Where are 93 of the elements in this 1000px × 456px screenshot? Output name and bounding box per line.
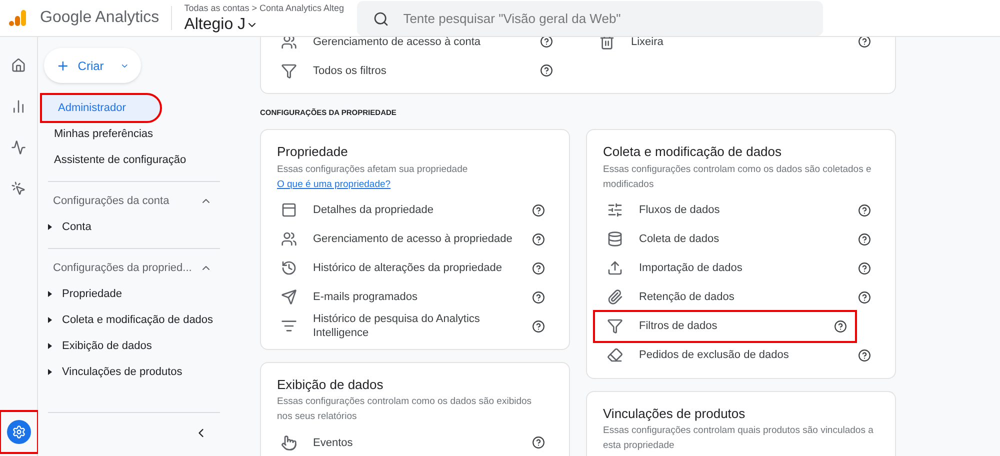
database-icon <box>607 231 623 248</box>
card-title: Propriedade <box>277 143 349 162</box>
settings-row[interactable]: Pedidos de exclusão de dados <box>603 340 879 370</box>
settings-row[interactable]: Retenção de dados <box>603 282 879 312</box>
row-label: Coleta de dados <box>639 232 720 246</box>
sidebar-item[interactable]: Vinculações de produtos <box>48 359 220 385</box>
card-title: Vinculações de produtos <box>603 404 746 423</box>
card-title: Coleta e modificação de dados <box>603 143 783 162</box>
card-title: Exibição de dados <box>277 376 384 394</box>
help-icon[interactable] <box>858 204 871 217</box>
help-icon[interactable] <box>858 232 871 246</box>
card-description: Essas configurações controlam como os dados são coletados e modificados <box>603 162 872 192</box>
sidebar-item[interactable]: Coleta e modificação de dados <box>48 307 220 333</box>
expand-arrow-icon <box>48 291 52 297</box>
account-selector[interactable]: Altegio J <box>184 16 354 34</box>
expand-arrow-icon <box>48 224 52 230</box>
sidebar-group-header[interactable]: Configurações da propried... <box>48 255 220 281</box>
row-label: Todos os filtros <box>313 64 388 78</box>
trash-icon <box>599 37 615 50</box>
settings-row[interactable]: Importação de dados <box>603 254 879 283</box>
settings-icon <box>12 425 26 439</box>
sidebar-item[interactable]: Minhas preferências <box>38 121 218 147</box>
help-icon[interactable] <box>540 37 553 48</box>
card-description: Essas configurações afetam sua propriedade O que é uma propriedade? <box>277 162 469 192</box>
panel-icon <box>281 202 297 218</box>
row-label: Retenção de dados <box>639 290 736 304</box>
help-icon[interactable] <box>532 436 545 450</box>
help-icon[interactable] <box>532 320 545 333</box>
row-label: Importação de dados <box>639 261 744 276</box>
help-link[interactable]: O que é uma propriedade? <box>277 178 391 190</box>
row-label: Histórico de alterações da propriedade <box>313 261 503 276</box>
sliders-icon <box>607 202 623 218</box>
help-icon[interactable] <box>858 348 871 362</box>
settings-row[interactable]: Histórico de alterações da propriedade <box>277 254 553 283</box>
bar-chart-icon <box>11 98 26 114</box>
help-icon[interactable] <box>858 37 871 48</box>
pointer-icon <box>281 434 297 451</box>
row-label: Histórico de pesquisa do Analytics Intelligence <box>313 312 481 340</box>
card-description: Essas configurações controlam como os dados são exibidos nos seus relatórios <box>277 395 533 424</box>
settings-row[interactable]: Eventos <box>277 428 553 456</box>
paperclip-icon <box>607 289 623 306</box>
send-icon <box>281 289 297 306</box>
help-icon[interactable] <box>532 290 545 304</box>
filter-icon <box>607 318 623 334</box>
settings-row[interactable]: Detalhes da propriedade <box>277 196 553 225</box>
expand-arrow-icon <box>48 369 52 375</box>
sidebar-item[interactable]: Conta <box>48 214 220 240</box>
sidebar-item[interactable]: Exibição de dados <box>48 333 220 359</box>
row-label: Gerenciamento de acesso à propriedade <box>313 232 514 246</box>
row-label: Fluxos de dados <box>639 203 721 218</box>
expand-arrow-icon <box>48 317 52 323</box>
list-filter-icon <box>281 318 297 334</box>
analytics-logo <box>8 8 28 28</box>
sidebar-item[interactable]: Propriedade <box>48 281 220 307</box>
eraser-icon <box>607 347 623 364</box>
people-icon <box>281 231 297 248</box>
activity-icon <box>11 140 26 154</box>
product-name: Google Analytics <box>40 8 160 28</box>
search-icon <box>373 10 390 26</box>
upload-icon <box>607 260 623 276</box>
settings-row[interactable]: Todos os filtros <box>277 56 561 85</box>
card-description: Essas configurações controlam quais produtos são vinculados a esta propriedade <box>603 424 874 454</box>
settings-row[interactable]: Gerenciamento de acesso à propriedade <box>277 224 553 254</box>
help-icon[interactable] <box>834 320 847 333</box>
help-icon[interactable] <box>532 232 545 246</box>
row-label: Eventos <box>313 436 354 450</box>
row-label: Pedidos de exclusão de dados <box>639 348 790 362</box>
row-label: Detalhes da propriedade <box>313 203 434 218</box>
settings-row[interactable]: Fluxos de dados <box>603 196 879 225</box>
people-icon <box>281 37 297 50</box>
help-icon[interactable] <box>858 262 871 275</box>
help-icon[interactable] <box>532 262 545 275</box>
help-icon[interactable] <box>858 290 871 304</box>
sidebar-item[interactable]: Assistente de configuração <box>38 147 218 173</box>
cursor-click-icon <box>11 180 26 196</box>
search-field[interactable]: Tente pesquisar "Visão geral da Web" <box>357 0 824 36</box>
row-label: Filtros de dados <box>639 319 718 334</box>
settings-row[interactable]: Histórico de pesquisa do Analytics Intelligence <box>277 312 553 341</box>
expand-arrow-icon <box>48 343 52 349</box>
row-label: E-mails programados <box>313 290 419 304</box>
history-icon <box>281 260 297 276</box>
admin-button[interactable] <box>0 412 36 452</box>
create-button[interactable]: Criar <box>44 48 141 83</box>
settings-row[interactable]: Coleta de dados <box>603 224 879 254</box>
settings-row[interactable]: Filtros de dados <box>595 312 855 341</box>
help-icon[interactable] <box>540 64 553 77</box>
home-icon <box>11 58 26 72</box>
sidebar-group-header[interactable]: Configurações da conta <box>48 188 220 214</box>
sidebar-item[interactable]: Administrador <box>42 95 160 121</box>
settings-row[interactable]: E-mails programados <box>277 282 553 312</box>
breadcrumb[interactable]: Todas as contas > Conta Analytics Alteg <box>184 2 354 16</box>
filter-icon <box>281 62 297 78</box>
help-icon[interactable] <box>532 204 545 217</box>
